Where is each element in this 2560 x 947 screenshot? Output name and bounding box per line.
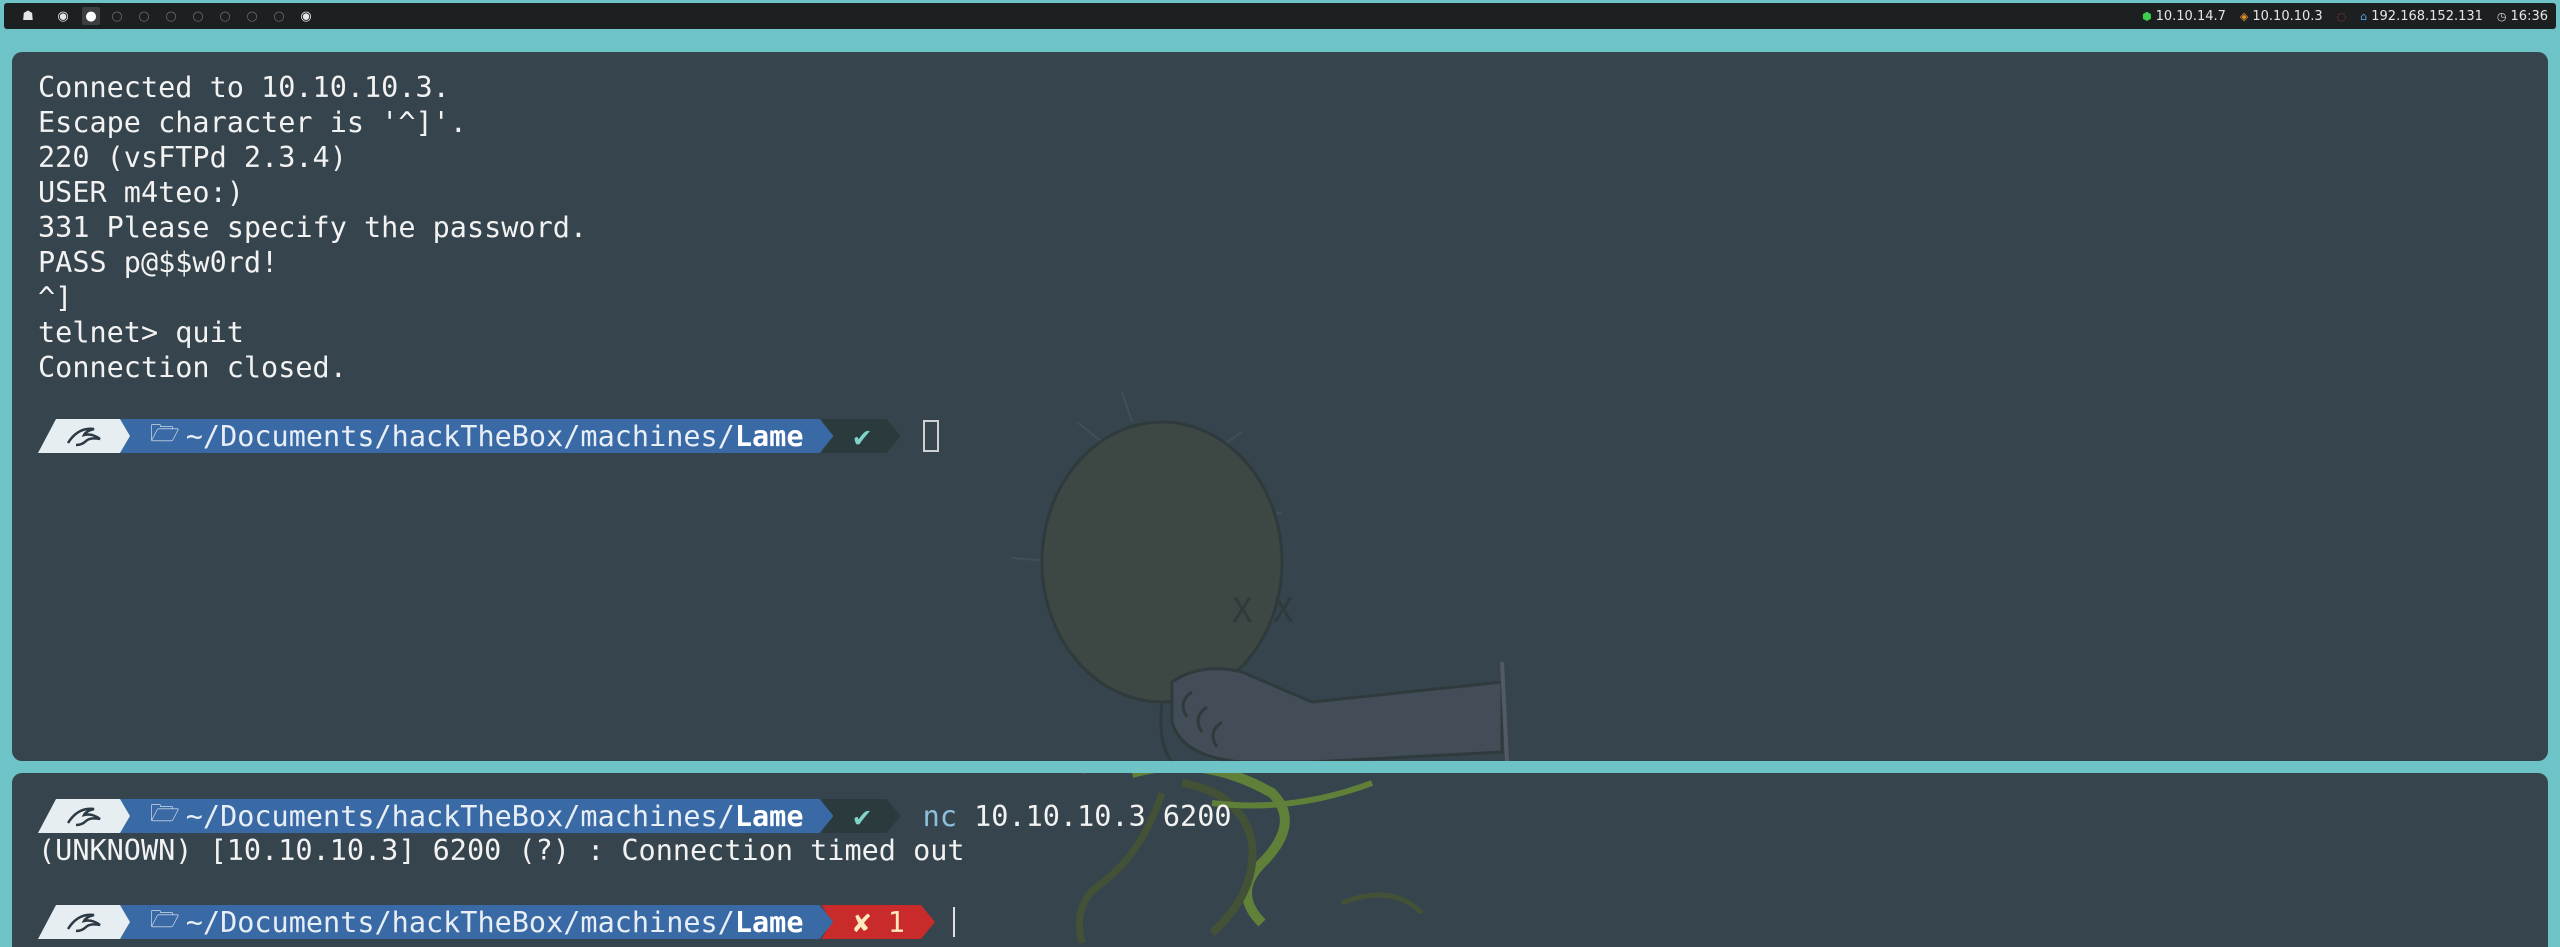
output-line: USER m4teo:) [38,176,244,209]
circle-empty-icon[interactable]: ○ [216,7,234,25]
ghost-icon[interactable]: ☗ [19,7,37,25]
top-bar: ☗ ◉ ● ○ ○ ○ ○ ○ ○ ○ ◉ ⬢ 10.10.14.7 ◈ 10.10.10.3 ◌ … [4,3,2556,29]
circle-dot-icon[interactable]: ◉ [297,7,315,25]
output-line: 220 (vsFTPd 2.3.4) [38,141,347,174]
terminal-pane-bottom[interactable]: 🗁 ~/Documents/hackTheBox/machines/Lame ✔… [12,773,2548,947]
prompt-path: 🗁 ~/Documents/hackTheBox/machines/Lame [120,799,833,833]
vpn-ip: 10.10.14.7 [2155,8,2226,24]
terminal-cursor [922,420,939,452]
shell-prompt-1: 🗁 ~/Documents/hackTheBox/machines/Lame ✔… [38,799,1232,833]
check-icon: ✔ [853,419,871,453]
path-dir: Lame [734,419,804,453]
target-icon: ◈ [2239,9,2249,23]
entered-command: nc 10.10.10.3 6200 [923,800,1232,833]
circle-dot-icon[interactable]: ◉ [54,7,72,25]
command-output: (UNKNOWN) [10.10.10.3] 6200 (?) : Connec… [38,834,965,867]
clock-icon: ◷ [2496,9,2507,23]
clock-time: 16:36 [2510,8,2548,24]
local-ip: 192.168.152.131 [2371,8,2483,24]
error-code: ✘ 1 [853,905,905,939]
circle-filled-icon[interactable]: ● [82,7,100,25]
home-icon: ⌂ [2360,9,2368,23]
prompt-status-error: ✘ 1 [821,905,934,939]
prompt-path: 🗁 ~/Documents/hackTheBox/machines/Lame [120,905,833,939]
folder-open-icon: 🗁 [150,904,180,933]
path-dir: Lame [734,905,804,939]
status-area: ⬢ 10.10.14.7 ◈ 10.10.10.3 ◌ ⌂ 192.168.15… [2142,3,2548,29]
clock: ◷ 16:36 [2497,9,2548,24]
vpn-status: ⬢ 10.10.14.7 [2142,9,2226,24]
terminal-cursor [952,907,955,937]
kali-dragon-icon [38,905,130,939]
output-line: Connection closed. [38,351,347,384]
terminal-pane-top[interactable]: X X Connected to 10.10.10.3. Escape chara… [12,52,2548,761]
output-line: Escape character is '^]'. [38,106,467,139]
folder-open-icon: 🗁 [150,798,180,827]
target-ip: 10.10.10.3 [2252,8,2323,24]
command-name: nc [922,799,957,833]
circle-empty-icon[interactable]: ○ [189,7,207,25]
path-prefix: ~/Documents/hackTheBox/machines/ [185,905,735,939]
folder-open-icon: 🗁 [150,418,180,447]
shell-prompt: 🗁 ~/Documents/hackTheBox/machines/Lame ✔ [38,419,939,453]
circle-empty-icon[interactable]: ○ [270,7,288,25]
path-prefix: ~/Documents/hackTheBox/machines/ [185,419,735,453]
circle-empty-icon[interactable]: ○ [135,7,153,25]
kali-dragon-icon [38,799,130,833]
command-args: 10.10.10.3 6200 [956,799,1232,833]
mask-icon: ◌ [2336,9,2347,23]
circle-empty-icon[interactable]: ○ [243,7,261,25]
output-line: Connected to 10.10.10.3. [38,71,450,104]
wallpaper-balloon-art: X X [1011,391,1509,761]
target-status: ◈ 10.10.10.3 [2240,9,2323,24]
output-line: PASS p@$$w0rd! [38,246,279,279]
output-line: telnet> quit [38,316,244,349]
output-line: ^] [38,281,73,314]
circle-empty-icon[interactable]: ○ [162,7,180,25]
circle-empty-icon[interactable]: ○ [108,7,126,25]
path-dir: Lame [734,799,804,833]
path-prefix: ~/Documents/hackTheBox/machines/ [185,799,735,833]
shell-prompt-2: 🗁 ~/Documents/hackTheBox/machines/Lame ✘… [38,905,955,939]
prompt-path: 🗁 ~/Documents/hackTheBox/machines/Lame [120,419,833,453]
check-icon: ✔ [853,799,871,833]
vpn-shield-icon: ⬢ [2142,9,2152,23]
output-line: 331 Please specify the password. [38,211,588,244]
local-status: ⌂ 192.168.152.131 [2360,9,2483,24]
svg-text:X X: X X [1232,591,1294,631]
kali-dragon-icon [38,419,130,453]
mask-status: ◌ [2337,10,2347,23]
